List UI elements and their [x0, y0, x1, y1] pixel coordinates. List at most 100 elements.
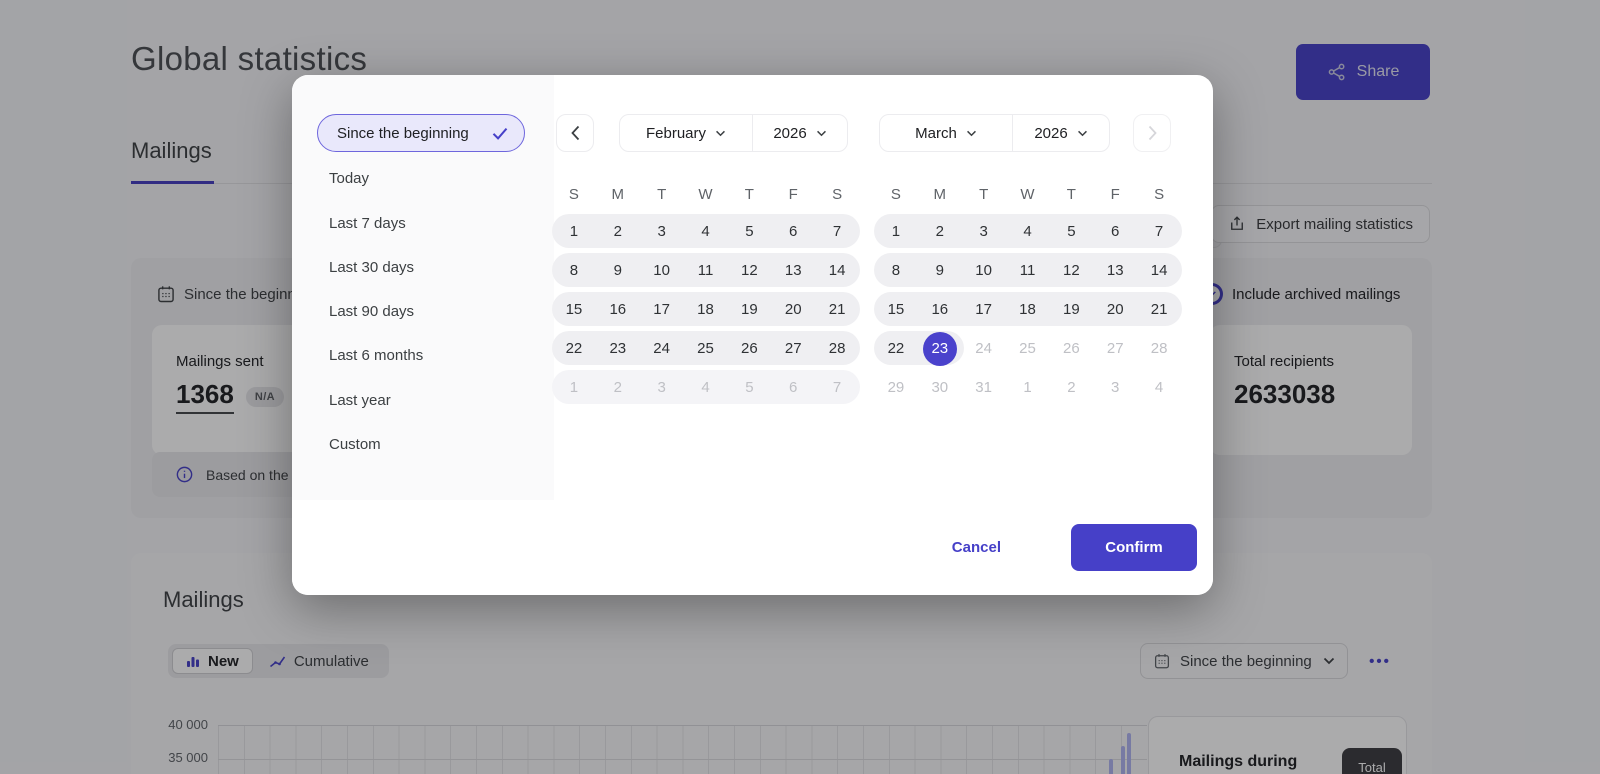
day-february-27[interactable]: 27	[771, 329, 815, 368]
preset-last-90-days[interactable]: Last 90 days	[292, 289, 554, 334]
day-february-12[interactable]: 12	[727, 251, 771, 290]
day-march-12[interactable]: 12	[1049, 251, 1093, 290]
day-march-24[interactable]: 24	[962, 329, 1006, 368]
calendar-week-row: 8 9 10 11 12 13 14	[552, 251, 860, 290]
day-february-7[interactable]: 7	[815, 212, 859, 251]
day-march-27[interactable]: 27	[1093, 329, 1137, 368]
year-select[interactable]: 2026	[753, 115, 847, 151]
previous-month-button[interactable]	[556, 114, 594, 152]
day-february-10[interactable]: 10	[640, 251, 684, 290]
day-march-5[interactable]: 5	[1049, 212, 1093, 251]
day-february-13[interactable]: 13	[771, 251, 815, 290]
day-february-5[interactable]: 5	[727, 212, 771, 251]
day-february-2[interactable]: 2	[596, 368, 640, 407]
day-march-17[interactable]: 17	[962, 290, 1006, 329]
day-march-22[interactable]: 22	[874, 329, 918, 368]
day-march-25[interactable]: 25	[1006, 329, 1050, 368]
day-february-3[interactable]: 3	[640, 368, 684, 407]
day-march-29[interactable]: 29	[874, 368, 918, 407]
day-march-13[interactable]: 13	[1093, 251, 1137, 290]
day-february-4[interactable]: 4	[684, 212, 728, 251]
weekday-label: S	[890, 185, 901, 203]
year-value: 2026	[773, 124, 807, 142]
preset-last-6-months[interactable]: Last 6 months	[292, 333, 554, 378]
day-march-6[interactable]: 6	[1093, 212, 1137, 251]
day-march-21[interactable]: 21	[1137, 290, 1181, 329]
month-name: March	[915, 124, 957, 142]
day-march-15[interactable]: 15	[874, 290, 918, 329]
preset-since-the-beginning[interactable]: Since the beginning	[317, 114, 525, 152]
day-march-4[interactable]: 4	[1006, 212, 1050, 251]
day-march-8[interactable]: 8	[874, 251, 918, 290]
day-march-9[interactable]: 9	[918, 251, 962, 290]
date-range-dialog: Since the beginning Today Last 7 days Last …	[292, 75, 1213, 595]
preset-last-7-days[interactable]: Last 7 days	[292, 201, 554, 246]
day-february-3[interactable]: 3	[640, 212, 684, 251]
day-february-6[interactable]: 6	[771, 212, 815, 251]
day-february-28[interactable]: 28	[815, 329, 859, 368]
month-select[interactable]: February	[620, 115, 753, 151]
day-march-31[interactable]: 31	[962, 368, 1006, 407]
cancel-button[interactable]: Cancel	[952, 539, 1001, 556]
day-march-7[interactable]: 7	[1137, 212, 1181, 251]
day-february-26[interactable]: 26	[727, 329, 771, 368]
day-march-1[interactable]: 1	[874, 212, 918, 251]
day-march-23[interactable]: 23	[918, 329, 962, 368]
day-february-5[interactable]: 5	[727, 368, 771, 407]
day-march-28[interactable]: 28	[1137, 329, 1181, 368]
day-february-14[interactable]: 14	[815, 251, 859, 290]
next-month-button[interactable]	[1133, 114, 1171, 152]
day-february-22[interactable]: 22	[552, 329, 596, 368]
day-february-8[interactable]: 8	[552, 251, 596, 290]
day-february-7[interactable]: 7	[815, 368, 859, 407]
day-march-2[interactable]: 2	[1049, 368, 1093, 407]
day-march-3[interactable]: 3	[962, 212, 1006, 251]
day-february-25[interactable]: 25	[684, 329, 728, 368]
month-name: February	[645, 124, 707, 142]
day-february-24[interactable]: 24	[640, 329, 684, 368]
day-february-4[interactable]: 4	[684, 368, 728, 407]
dialog-footer: Cancel Confirm	[292, 500, 1213, 595]
day-march-20[interactable]: 20	[1093, 290, 1137, 329]
day-february-17[interactable]: 17	[640, 290, 684, 329]
day-march-10[interactable]: 10	[962, 251, 1006, 290]
day-march-26[interactable]: 26	[1049, 329, 1093, 368]
year-value: 2026	[1034, 124, 1068, 142]
day-february-21[interactable]: 21	[815, 290, 859, 329]
chevron-down-icon	[1077, 130, 1087, 136]
day-march-30[interactable]: 30	[918, 368, 962, 407]
preset-list: Since the beginning Today Last 7 days Last …	[292, 75, 554, 500]
day-february-1[interactable]: 1	[552, 212, 596, 251]
day-february-6[interactable]: 6	[771, 368, 815, 407]
preset-last-30-days[interactable]: Last 30 days	[292, 245, 554, 290]
day-february-16[interactable]: 16	[596, 290, 640, 329]
confirm-button[interactable]: Confirm	[1071, 524, 1197, 571]
year-select[interactable]: 2026	[1013, 115, 1109, 151]
weekday-label: T	[1066, 185, 1076, 203]
day-february-23[interactable]: 23	[596, 329, 640, 368]
day-march-19[interactable]: 19	[1049, 290, 1093, 329]
day-february-18[interactable]: 18	[684, 290, 728, 329]
day-march-2[interactable]: 2	[918, 212, 962, 251]
day-march-16[interactable]: 16	[918, 290, 962, 329]
calendar-week-row: 22 23 24 25 26 27 28	[552, 329, 860, 368]
day-march-1[interactable]: 1	[1006, 368, 1050, 407]
weekday-label: T	[979, 185, 989, 203]
day-march-3[interactable]: 3	[1093, 368, 1137, 407]
preset-last-year[interactable]: Last year	[292, 378, 554, 423]
day-march-18[interactable]: 18	[1006, 290, 1050, 329]
day-february-1[interactable]: 1	[552, 368, 596, 407]
day-february-11[interactable]: 11	[684, 251, 728, 290]
preset-today[interactable]: Today	[292, 156, 554, 201]
day-march-14[interactable]: 14	[1137, 251, 1181, 290]
day-february-19[interactable]: 19	[727, 290, 771, 329]
month-select[interactable]: March	[880, 115, 1013, 151]
day-february-20[interactable]: 20	[771, 290, 815, 329]
day-march-11[interactable]: 11	[1006, 251, 1050, 290]
day-march-4[interactable]: 4	[1137, 368, 1181, 407]
day-february-9[interactable]: 9	[596, 251, 640, 290]
day-february-15[interactable]: 15	[552, 290, 596, 329]
preset-custom[interactable]: Custom	[292, 422, 554, 467]
day-february-2[interactable]: 2	[596, 212, 640, 251]
chevron-down-icon	[716, 130, 725, 136]
